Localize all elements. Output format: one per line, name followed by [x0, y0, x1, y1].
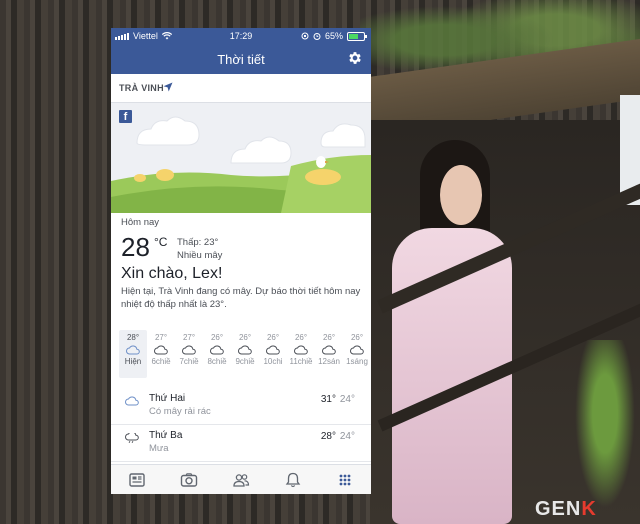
menu-icon [339, 474, 351, 486]
day-description: Mưa [149, 443, 169, 454]
partly-cloudy-icon [125, 396, 139, 406]
day-low: 24° [339, 431, 355, 442]
weather-illustration: f [111, 103, 371, 213]
friends-icon [233, 474, 250, 487]
hour-temp: 27° [154, 333, 168, 342]
forecast-summary: Hiện tại, Trà Vinh đang có mây. Dự báo t… [121, 286, 361, 310]
current-temperature: 28 [121, 232, 150, 262]
cloud-icon [350, 345, 364, 355]
daily-row[interactable]: Thứ Hai Có mây rải rác 31° 24° [111, 388, 371, 425]
hour-item[interactable]: 26° 11chiề [287, 330, 315, 378]
today-label: Hôm nay [121, 217, 160, 228]
cloud-icon [154, 345, 168, 355]
hour-item[interactable]: 27° 6chiề [147, 330, 175, 378]
hour-label: 12sán [318, 357, 340, 366]
hour-item[interactable]: 26° 8chiề [203, 330, 231, 378]
person-face [440, 165, 482, 225]
battery-icon [347, 31, 367, 41]
facebook-logo: f [119, 110, 132, 123]
hour-label: 9chiề [235, 357, 255, 366]
cloud-icon [294, 345, 308, 355]
location-bar[interactable]: TRÀ VINH [111, 74, 371, 103]
cloud-icon [126, 345, 140, 355]
greeting: Xin chào, Lex! [121, 265, 223, 282]
hour-temp: 26° [350, 333, 364, 342]
day-description: Có mây rải rác [149, 406, 211, 417]
cloud-icon [322, 345, 336, 355]
day-high: 31° [320, 394, 336, 405]
cloud-icon [266, 345, 280, 355]
news-feed-icon [129, 473, 145, 487]
hour-temp: 28° [126, 333, 140, 342]
alarm-icon [313, 33, 321, 40]
tab-news-feed[interactable] [111, 465, 163, 494]
temperature-unit: °C [154, 235, 168, 249]
hour-temp: 26° [238, 333, 252, 342]
daily-row[interactable]: Thứ Ba Mưa 28° 24° [111, 425, 371, 462]
condition-label: Nhiều mây [177, 250, 223, 261]
day-low: 24° [339, 394, 355, 405]
hour-label: 7chiề [179, 357, 199, 366]
day-name: Thứ Hai [149, 393, 186, 404]
tab-bar [111, 464, 371, 494]
hour-item[interactable]: 26° 9chiề [231, 330, 259, 378]
status-bar: Viettel 17:29 65% [111, 28, 371, 44]
hour-item[interactable]: 26° 1sáng [343, 330, 371, 378]
low-temperature: Thấp: 23° [177, 237, 219, 248]
hour-temp: 26° [210, 333, 224, 342]
gear-icon[interactable] [347, 50, 363, 66]
hour-temp: 26° [266, 333, 280, 342]
hour-item[interactable]: 26° 10chi [259, 330, 287, 378]
hour-label: 10chi [263, 357, 283, 366]
watermark-logo: GENK [535, 498, 597, 520]
hour-temp: 27° [182, 333, 196, 342]
hourly-forecast[interactable]: 28° Hiện 27° 6chiề 27° 7chiề 26° 8chiề 2… [119, 330, 371, 378]
location-arrow-icon[interactable] [163, 82, 173, 92]
phone-screen: Viettel 17:29 65% Thời tiết TRÀ VINH f H… [111, 28, 371, 494]
cloud-icon [238, 345, 252, 355]
tab-friends[interactable] [215, 465, 267, 494]
day-high: 28° [320, 431, 336, 442]
hour-temp: 26° [294, 333, 308, 342]
hour-item[interactable]: 27° 7chiề [175, 330, 203, 378]
daily-forecast: Thứ Hai Có mây rải rác 31° 24° Thứ Ba Mư… [111, 388, 371, 462]
tab-notifications[interactable] [267, 465, 319, 494]
hour-label: Hiện [124, 357, 142, 366]
tab-camera[interactable] [163, 465, 215, 494]
hour-label: 6chiề [151, 357, 171, 366]
rain-icon [125, 433, 139, 443]
tab-menu[interactable] [319, 465, 371, 494]
cloud-icon [210, 345, 224, 355]
day-name: Thứ Ba [149, 430, 183, 441]
nav-bar: Thời tiết [111, 44, 371, 74]
cloud-icon [182, 345, 196, 355]
hour-item[interactable]: 26° 12sán [315, 330, 343, 378]
hour-temp: 26° [322, 333, 336, 342]
hour-label: 1sáng [346, 357, 368, 366]
camera-icon [180, 473, 198, 487]
location-name: TRÀ VINH [119, 83, 164, 93]
cloudy-scene-illustration [111, 103, 371, 213]
plants [570, 340, 640, 524]
bell-icon [285, 472, 301, 488]
battery-percent: 65% [324, 31, 343, 41]
rotation-lock-icon [301, 32, 309, 40]
hour-label: 11chiề [289, 357, 313, 366]
hour-label: 8chiề [207, 357, 227, 366]
page-title: Thời tiết [217, 52, 265, 67]
hour-item[interactable]: 28° Hiện [119, 330, 147, 378]
